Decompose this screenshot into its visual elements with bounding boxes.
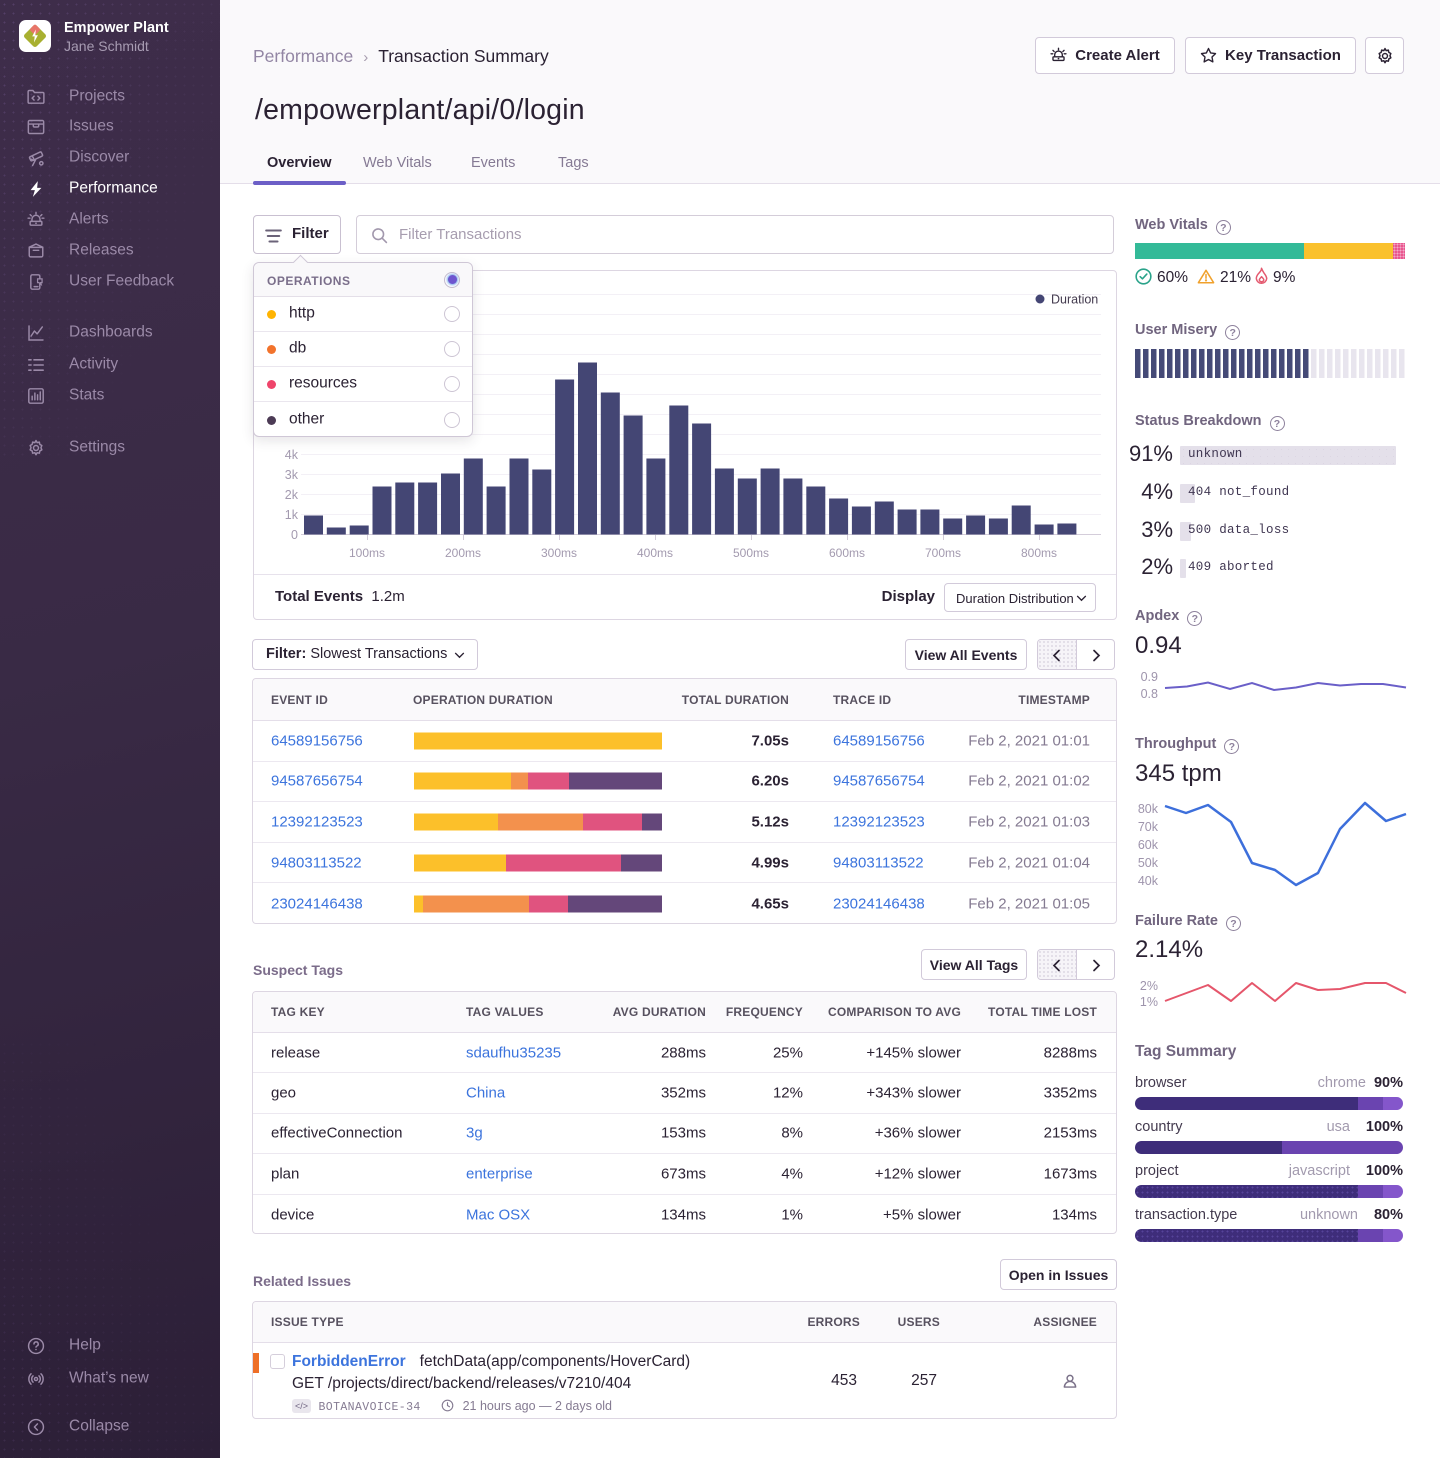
- svg-text:Duration: Duration: [1051, 293, 1098, 307]
- svg-text:0: 0: [291, 528, 298, 542]
- svg-text:2k: 2k: [285, 488, 299, 502]
- svg-text:1k: 1k: [285, 508, 299, 522]
- svg-text:700ms: 700ms: [925, 546, 961, 560]
- svg-text:800ms: 800ms: [1021, 546, 1057, 560]
- svg-text:3k: 3k: [285, 468, 299, 482]
- svg-text:300ms: 300ms: [541, 546, 577, 560]
- svg-text:4k: 4k: [285, 448, 299, 462]
- svg-text:500ms: 500ms: [733, 546, 769, 560]
- svg-text:600ms: 600ms: [829, 546, 865, 560]
- svg-text:400ms: 400ms: [637, 546, 673, 560]
- svg-text:100ms: 100ms: [349, 546, 385, 560]
- svg-text:200ms: 200ms: [445, 546, 481, 560]
